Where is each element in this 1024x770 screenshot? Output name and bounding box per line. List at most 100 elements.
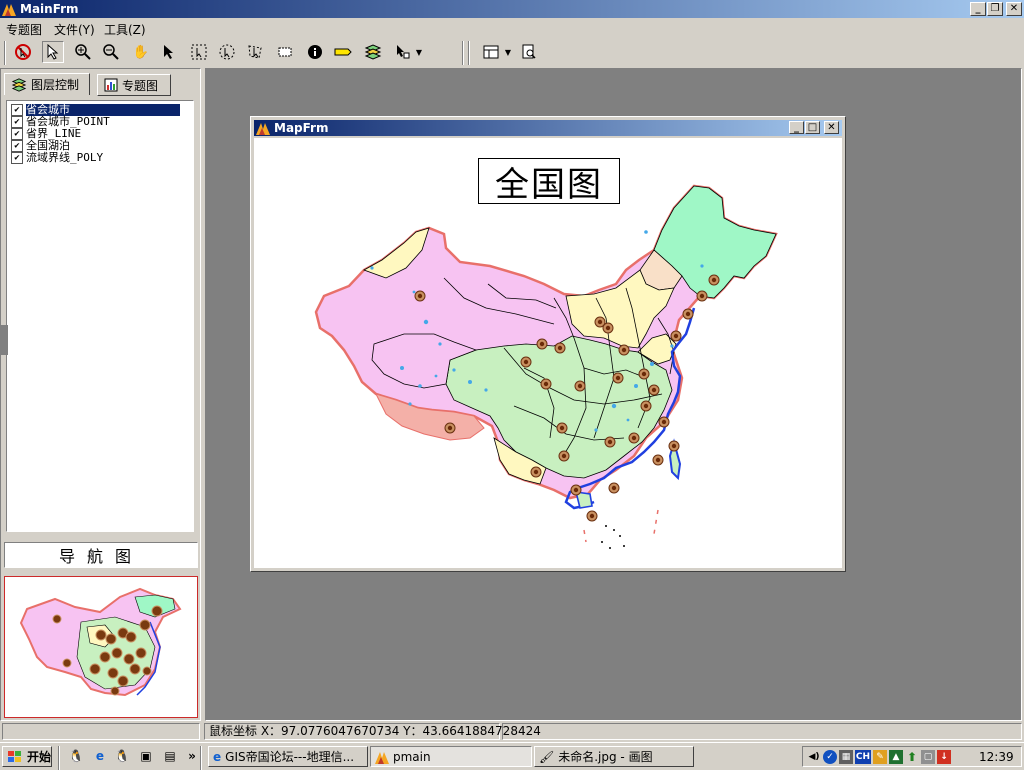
device-icon[interactable]: ▢ (921, 750, 935, 764)
menu-file[interactable]: 文件(Y) (54, 21, 95, 38)
network-icon[interactable]: ▦ (839, 750, 853, 764)
city-marker-dot (643, 403, 649, 409)
layers-icon (11, 77, 27, 92)
toolbar-grip (4, 41, 6, 65)
map-window-title: MapFrm (274, 121, 329, 135)
china-map (314, 184, 778, 549)
select-arrow-icon[interactable] (158, 41, 180, 63)
close-button[interactable]: ✕ (1006, 2, 1022, 16)
app-icon (256, 123, 270, 135)
pan-hand-icon[interactable]: ✋ (130, 41, 152, 63)
map-window[interactable]: MapFrm _ □ ✕ 全国图 (250, 116, 846, 572)
city-marker-dot (523, 359, 529, 365)
city-marker-dot (673, 333, 679, 339)
arrow-up-icon[interactable]: ⬆ (905, 750, 919, 764)
tab-layer-control[interactable]: 图层控制 (4, 73, 90, 95)
layer-label: 流域界线_POLY (26, 151, 104, 164)
layer-checkbox[interactable]: ✔ (11, 128, 23, 140)
task-button-pmain[interactable]: pmain (370, 746, 532, 767)
menu-thematic[interactable]: 专题图 (6, 21, 42, 38)
status-pane-1 (2, 723, 200, 740)
layer-checkbox[interactable]: ✔ (11, 152, 23, 164)
shield-icon[interactable]: ✓ (823, 750, 837, 764)
city-marker-dot (641, 371, 647, 377)
city-marker-dot (621, 347, 627, 353)
minimize-button[interactable]: _ (970, 2, 986, 16)
volume-icon[interactable]: ◀) (807, 750, 821, 764)
start-button[interactable]: 开始 (2, 746, 52, 767)
windows-logo-icon (7, 750, 21, 762)
map-minimize-button[interactable]: _ (789, 121, 804, 134)
toolbar: ✋ ▼ ▼ (0, 38, 1024, 66)
zoom-out-icon[interactable] (100, 41, 122, 63)
city-marker-dot (631, 435, 637, 441)
map-maximize-button[interactable]: □ (805, 121, 820, 134)
tab-thematic[interactable]: 专题图 (97, 74, 171, 96)
panel-splitter[interactable] (0, 325, 8, 355)
no-select-icon[interactable] (12, 41, 34, 63)
paint-icon: 🖌 (539, 749, 555, 764)
task-grip (200, 746, 202, 770)
map-close-button[interactable]: ✕ (824, 121, 839, 134)
quicklaunch-grip (58, 746, 60, 770)
taskbar: 开始 🐧 e 🐧 ▣ ▤ » e GIS帝国论坛---地理信... pmain … (0, 742, 1024, 770)
arrow-pointer-icon[interactable] (42, 41, 64, 63)
layer-checkbox[interactable]: ✔ (11, 140, 23, 152)
city-marker-dot (685, 311, 691, 317)
layout-dropdown[interactable]: ▼ (478, 41, 516, 63)
start-label: 开始 (26, 750, 51, 764)
layer-checkbox[interactable]: ✔ (11, 104, 23, 116)
download-icon[interactable]: ↓ (937, 750, 951, 764)
main-title-bar[interactable]: MainFrm _ ❐ ✕ (0, 0, 1024, 18)
city-marker-dot (447, 425, 453, 431)
ie-icon[interactable]: e (92, 748, 108, 764)
print-preview-icon[interactable] (518, 41, 540, 63)
city-marker-dot (605, 325, 611, 331)
navigation-map[interactable] (4, 576, 198, 718)
task-button-paint[interactable]: 🖌 未命名.jpg - 画图 (534, 746, 694, 767)
app-shortcut-icon[interactable]: ▣ (138, 748, 154, 764)
ime-icon[interactable]: ✎ (873, 750, 887, 764)
city-marker-dot (589, 513, 595, 519)
city-marker-dot (533, 469, 539, 475)
city-marker-dot (615, 375, 621, 381)
tab-layer-control-label: 图层控制 (31, 78, 80, 92)
restore-button[interactable]: ❐ (987, 2, 1003, 16)
app-icon (375, 751, 389, 764)
city-marker-dot (661, 419, 667, 425)
layer-list: ✔ 省会城市 ✔ 省会城市_POINT ✔ 省界_LINE ✔ 全国湖泊 ✔ 流域界线_POLY (6, 100, 194, 532)
more-chevron-icon[interactable]: » (184, 748, 200, 764)
city-marker-dot (607, 439, 613, 445)
mouse-coordinates: 鼠标坐标 X：97.0776047670734 Y：43.66418847284… (204, 723, 541, 740)
input-language-indicator[interactable]: CH (855, 750, 871, 764)
rect-select-icon[interactable] (188, 41, 210, 63)
nav-china-map (19, 587, 182, 697)
shape-tool-dropdown[interactable]: ▼ (392, 41, 426, 63)
layer-item[interactable]: ✔ 流域界线_POLY (11, 152, 103, 164)
qq-chat-icon[interactable]: 🐧 (114, 748, 130, 764)
map-canvas[interactable]: 全国图 (254, 138, 842, 568)
task-label: pmain (393, 749, 431, 764)
task-button-gis-forum[interactable]: e GIS帝国论坛---地理信... (208, 746, 368, 767)
label-tool-icon[interactable] (274, 41, 296, 63)
task-label: 未命名.jpg - 画图 (558, 750, 653, 764)
qq-icon[interactable]: 🐧 (68, 748, 84, 764)
map-window-title-bar[interactable]: MapFrm _ □ ✕ (254, 120, 842, 136)
polygon-select-icon[interactable] (244, 41, 266, 63)
layer-checkbox[interactable]: ✔ (11, 116, 23, 128)
text-label-icon[interactable] (332, 41, 354, 63)
app-icon (2, 4, 16, 16)
menu-tools[interactable]: 工具(Z) (104, 21, 146, 38)
system-tray: ◀) ✓ ▦ CH ✎ ▲ ⬆ ▢ ↓ 12:39 (802, 746, 1022, 767)
desktop-shortcut-icon[interactable]: ▤ (162, 748, 178, 764)
city-marker-dot (655, 457, 661, 463)
city-marker-dot (559, 425, 565, 431)
city-marker-dot (561, 453, 567, 459)
city-marker-dot (417, 293, 423, 299)
chart-tray-icon[interactable]: ▲ (889, 750, 903, 764)
zoom-in-icon[interactable] (72, 41, 94, 63)
radius-select-icon[interactable] (216, 41, 238, 63)
layers-icon[interactable] (362, 41, 384, 63)
info-icon[interactable] (304, 41, 326, 63)
city-marker-dot (671, 443, 677, 449)
